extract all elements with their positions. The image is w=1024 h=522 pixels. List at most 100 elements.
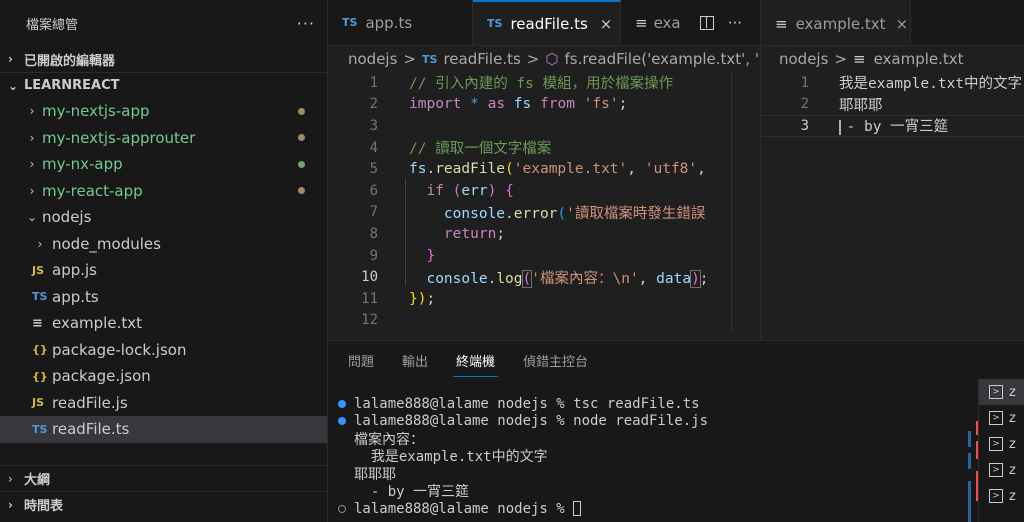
explorer-header: 檔案總管 ··· xyxy=(0,0,327,46)
breadcrumb-file[interactable]: readFile.ts xyxy=(443,50,520,68)
modified-dot xyxy=(298,107,305,115)
tree-item-label: node_modules xyxy=(52,234,161,253)
code-line: 6 if (err) { xyxy=(328,180,760,202)
code-line: 12 xyxy=(328,310,760,332)
line-number: 3 xyxy=(369,117,378,134)
tree-item-my-nextjs-approuter[interactable]: › my-nextjs-approuter xyxy=(0,125,327,152)
more-actions-icon[interactable]: ··· xyxy=(728,14,742,32)
terminal-instance[interactable]: > z xyxy=(979,483,1024,509)
breadcrumb-symbol[interactable]: fs.readFile('example.txt', 'ut xyxy=(564,50,760,68)
tree-item-my-nx-app[interactable]: › my-nx-app xyxy=(0,151,327,178)
close-icon[interactable]: × xyxy=(600,15,613,33)
code-line: 1// 引入內建的 fs 模組，用於檔案操作 xyxy=(328,72,760,94)
ts-file-icon: TS xyxy=(32,290,48,304)
more-actions-icon[interactable]: ··· xyxy=(297,14,315,33)
code-line: 2 import * as fs from 'fs'; xyxy=(328,94,760,116)
tab-app-ts[interactable]: TS app.ts xyxy=(328,0,473,45)
line-number: 2 xyxy=(800,96,809,113)
breadcrumb-folder[interactable]: nodejs xyxy=(348,50,397,68)
chevron-down-icon: ⌄ xyxy=(8,78,19,93)
outline-section[interactable]: › 大綱 xyxy=(0,465,327,491)
tree-item-package-lock-json[interactable]: {} package-lock.json xyxy=(0,337,327,364)
tree-item-label: app.js xyxy=(52,261,97,280)
code-line: 8 return; xyxy=(328,223,760,245)
split-editor-icon[interactable] xyxy=(699,16,714,30)
tree-item-label: my-nextjs-approuter xyxy=(42,128,196,147)
code-editor[interactable]: 1// 引入內建的 fs 模組，用於檔案操作 2 import * as fs f… xyxy=(328,72,760,332)
chevron-right-icon: › xyxy=(8,52,13,66)
breadcrumb-separator: > xyxy=(526,50,540,68)
open-editors-section[interactable]: › 已開啟的編輯器 xyxy=(0,46,327,72)
line-number: 6 xyxy=(369,182,378,199)
tree-item-label: readFile.js xyxy=(52,393,128,412)
line-number: 12 xyxy=(361,312,378,329)
close-icon[interactable]: × xyxy=(896,15,909,33)
tab-example-txt[interactable]: ≡ example.txt × xyxy=(761,0,911,45)
terminal-instance[interactable]: > z xyxy=(979,405,1024,431)
chevron-right-icon: › xyxy=(29,130,35,145)
text-editor[interactable]: 1 我是example.txt中的文字 2 耶耶耶 3 - by 一宵三筵 xyxy=(761,72,1024,137)
tree-item-readfile-ts[interactable]: TS readFile.ts xyxy=(0,416,327,443)
breadcrumb-folder[interactable]: nodejs xyxy=(779,50,828,68)
text-file-icon: ≡ xyxy=(775,14,788,33)
workspace-section[interactable]: ⌄ LEARNREACT xyxy=(0,72,327,98)
tree-item-example-txt[interactable]: ≡ example.txt xyxy=(0,310,327,337)
symbol-method-icon: ⬡ xyxy=(545,50,559,68)
chevron-right-icon: › xyxy=(29,104,35,119)
terminal-instance[interactable]: > z xyxy=(979,431,1024,457)
tree-item-my-nextjs-app[interactable]: › my-nextjs-app xyxy=(0,98,327,125)
text-file-icon: ≡ xyxy=(32,315,43,331)
tree-item-app-js[interactable]: JS app.js xyxy=(0,257,327,284)
tab-terminal[interactable]: 終端機 xyxy=(453,341,499,379)
line-number: 8 xyxy=(369,225,378,242)
scroll-markers xyxy=(968,421,971,522)
line-number: 1 xyxy=(800,74,809,91)
js-file-icon: JS xyxy=(32,396,45,410)
editor-group-1: TS app.ts TS readFile.ts × ≡ exa ··· nod… xyxy=(328,0,760,340)
ts-file-icon: TS xyxy=(32,422,48,436)
breadcrumb-separator: > xyxy=(403,50,416,68)
tab-example-txt[interactable]: ≡ exa xyxy=(621,0,686,45)
tab-readfile-ts[interactable]: TS readFile.ts × xyxy=(473,0,621,45)
text-line: - by 一宵三筵 xyxy=(846,119,949,136)
untracked-dot xyxy=(298,160,305,168)
code-line: 7 console.error('讀取檔案時發生錯誤 xyxy=(328,202,760,224)
editor-tabs: TS app.ts TS readFile.ts × ≡ exa ··· xyxy=(328,0,760,46)
open-editors-label: 已開啟的編輯器 xyxy=(24,53,116,69)
explorer-sidebar: 檔案總管 ··· › 已開啟的編輯器 ⌄ LEARNREACT › my-nex… xyxy=(0,0,328,522)
tree-item-nodejs[interactable]: ⌄ nodejs xyxy=(0,204,327,231)
timeline-section[interactable]: › 時間表 xyxy=(0,491,327,517)
code-line: 11}); xyxy=(328,288,760,310)
tree-item-label: example.txt xyxy=(52,314,142,333)
tab-problems[interactable]: 問題 xyxy=(348,341,374,379)
terminal-icon: > xyxy=(989,385,1003,399)
tree-item-my-react-app[interactable]: › my-react-app xyxy=(0,178,327,205)
tab-output[interactable]: 輸出 xyxy=(402,341,428,379)
line-number: 4 xyxy=(369,139,378,156)
js-file-icon: JS xyxy=(32,263,45,277)
ts-file-icon: TS xyxy=(422,52,438,66)
code-line: 10 console.log('檔案內容：\n', data); xyxy=(328,266,760,288)
tree-item-label: package-lock.json xyxy=(52,340,187,359)
chevron-down-icon: ⌄ xyxy=(26,210,38,225)
tree-item-node-modules[interactable]: › node_modules xyxy=(0,231,327,258)
tree-item-app-ts[interactable]: TS app.ts xyxy=(0,284,327,311)
code-line: 4// 讀取一個文字檔案 xyxy=(328,137,760,159)
workspace-label: LEARNREACT xyxy=(24,78,120,93)
tab-label: app.ts xyxy=(365,13,413,32)
tab-debug-console[interactable]: 偵錯主控台 xyxy=(523,341,588,379)
terminal-output[interactable]: lalame888@lalame nodejs % tsc readFile.t… xyxy=(328,379,1024,518)
terminal-instance[interactable]: > z xyxy=(979,457,1024,483)
breadcrumb-file[interactable]: example.txt xyxy=(874,50,964,68)
tree-item-readfile-js[interactable]: JS readFile.js xyxy=(0,390,327,417)
terminal-instance[interactable]: > z xyxy=(979,379,1024,405)
tree-item-label: readFile.ts xyxy=(52,420,130,439)
line-number: 11 xyxy=(361,290,378,307)
code-line: 9 } xyxy=(328,245,760,267)
json-file-icon: {} xyxy=(32,343,48,357)
code-line: 5 fs.readFile('example.txt', 'utf8', xyxy=(328,158,760,180)
panel-tabs: 問題 輸出 終端機 偵錯主控台 xyxy=(328,341,1024,379)
breadcrumb: nodejs > ≡ example.txt xyxy=(761,46,1024,72)
tree-item-label: nodejs xyxy=(42,208,92,227)
tree-item-package-json[interactable]: {} package.json xyxy=(0,363,327,390)
